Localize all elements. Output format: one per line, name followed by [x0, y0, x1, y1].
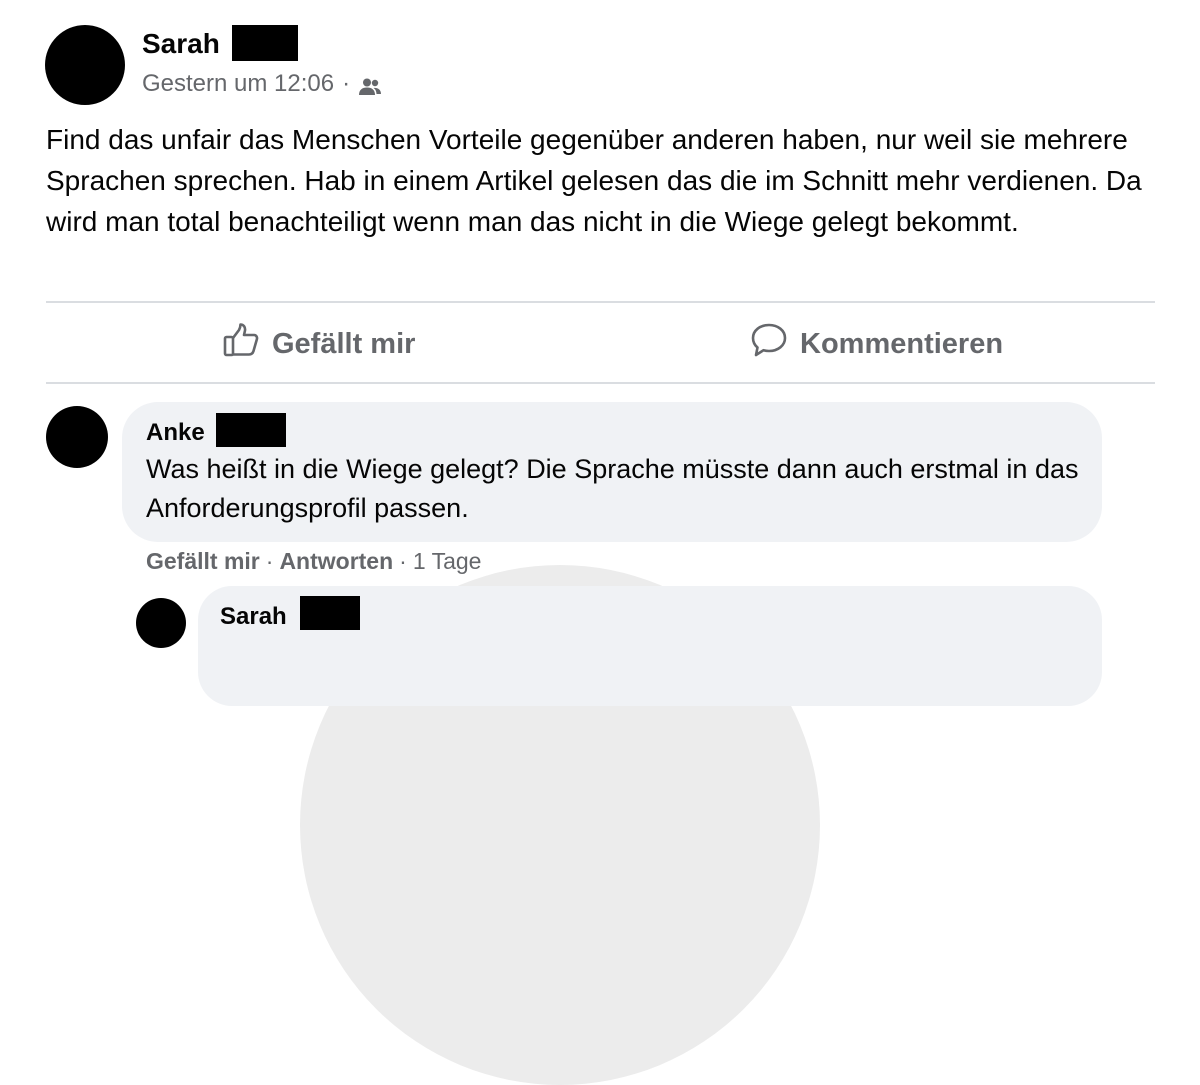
post-author-avatar[interactable]: [45, 25, 125, 105]
comment-author-avatar[interactable]: [46, 406, 108, 468]
post-author-name[interactable]: Sarah: [142, 26, 220, 62]
post-meta: Gestern um 12:06 ·: [142, 68, 382, 100]
speech-bubble-icon: [750, 321, 800, 367]
comment-button[interactable]: Kommentieren: [750, 322, 1003, 366]
comment-reply-link[interactable]: Antworten: [279, 546, 393, 576]
like-label: Gefällt mir: [272, 327, 416, 360]
reply-author-name[interactable]: Sarah: [220, 602, 287, 632]
comment-label: Kommentieren: [800, 327, 1004, 360]
comment-age[interactable]: 1 Tage: [413, 546, 482, 576]
separator: ·: [265, 548, 274, 574]
comment-actions: Gefällt mir · Antworten · 1 Tage: [146, 546, 481, 576]
divider: [46, 382, 1155, 384]
reply-author-avatar[interactable]: [136, 598, 186, 648]
meta-separator: ·: [342, 70, 351, 97]
separator: ·: [399, 548, 407, 574]
redaction-bar: [232, 25, 298, 61]
divider: [46, 301, 1155, 303]
post-timestamp[interactable]: Gestern um 12:06: [142, 68, 334, 100]
redaction-bar: [300, 596, 360, 630]
comment-like-link[interactable]: Gefällt mir: [146, 546, 260, 576]
comment-text: Was heißt in die Wiege gelegt? Die Sprac…: [146, 454, 1079, 523]
friends-icon[interactable]: [358, 74, 382, 95]
thumbs-up-icon: [222, 321, 272, 367]
redaction-bar: [216, 413, 286, 447]
post-text: Find das unfair das Menschen Vorteile ge…: [46, 124, 1142, 237]
comment-author-name[interactable]: Anke: [146, 418, 205, 448]
like-button[interactable]: Gefällt mir: [222, 322, 415, 366]
